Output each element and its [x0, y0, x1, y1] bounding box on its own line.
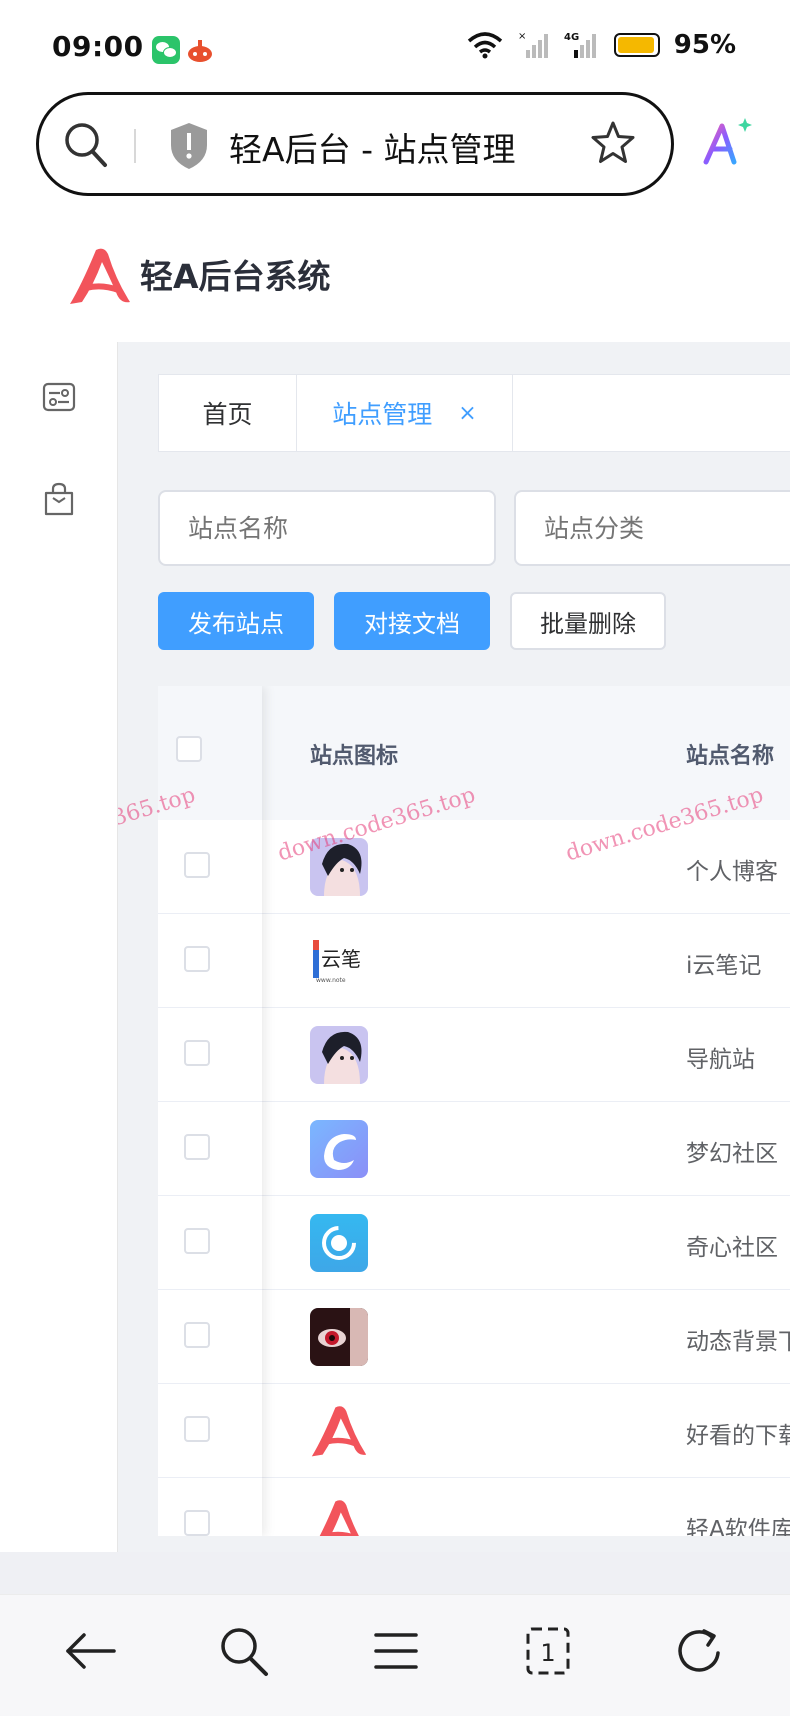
svg-text:1: 1 [540, 1639, 555, 1667]
site-category-select[interactable] [514, 490, 790, 566]
battery-icon [613, 33, 660, 57]
tab-home-label: 首页 [202, 400, 253, 429]
sidebar [0, 342, 118, 1552]
network-label: 4G [564, 32, 579, 43]
status-time: 09:00 [52, 30, 144, 63]
battery-level [617, 37, 654, 53]
browser-bottom-nav: 1 [0, 1594, 790, 1716]
ai-assistant-icon[interactable] [700, 116, 754, 170]
batch-delete-button[interactable]: 批量删除 [510, 592, 666, 650]
cloud-notes-icon: 云笔 www.note [310, 932, 368, 990]
app-header: 轻A后台系统 [0, 206, 790, 342]
search-icon[interactable] [63, 121, 109, 169]
page-title[interactable]: 轻A后台 - 站点管理 [229, 123, 515, 171]
tab-site-management[interactable]: 站点管理 × [297, 375, 513, 451]
qinga-logo-icon [310, 1402, 368, 1460]
anime-avatar-icon [310, 838, 368, 896]
address-bar[interactable]: 轻A后台 - 站点管理 [36, 92, 674, 196]
signal-2-icon: 4G [564, 32, 596, 58]
site-name: 导航站 [686, 1047, 755, 1073]
red-eye-icon [310, 1308, 368, 1366]
anime-avatar-icon [310, 1026, 368, 1084]
site-name: 轻A软件库 [686, 1517, 790, 1536]
signal-1-icon: × [518, 31, 548, 58]
site-name: 个人博客 [686, 859, 778, 885]
site-name: 动态背景下 [686, 1329, 790, 1355]
site-name: 奇心社区 [686, 1235, 778, 1261]
svg-text:www.note: www.note [316, 977, 346, 984]
tab-home[interactable]: 首页 [159, 375, 297, 451]
publish-site-button[interactable]: 发布站点 [158, 592, 314, 650]
refresh-icon[interactable] [672, 1623, 728, 1679]
wechat-notification-icon [152, 36, 180, 64]
menu-icon[interactable] [368, 1623, 424, 1679]
column-site-name: 站点名称 [686, 744, 775, 769]
shield-warning-icon[interactable] [167, 121, 211, 171]
svg-text:×: × [518, 31, 526, 42]
battery-percent: 95% [673, 30, 736, 60]
page-bottom-band [0, 1552, 790, 1594]
svg-text:云笔: 云笔 [321, 947, 361, 971]
dream-community-icon [310, 1120, 368, 1178]
qixin-community-icon [310, 1214, 368, 1272]
site-name: 梦幻社区 [686, 1141, 778, 1167]
fixed-column-shadow [158, 686, 262, 1536]
status-indicators: × 4G 95% [466, 30, 736, 60]
sites-table: 站点图标 站点名称 个人博客 云笔 www.note i云笔记 导航站 梦幻社区… [158, 686, 790, 1536]
site-name-input[interactable] [158, 490, 496, 566]
app-notification-icon [186, 36, 214, 64]
tab-site-management-label: 站点管理 [332, 400, 433, 429]
address-divider [134, 129, 136, 163]
qinga-logo-icon [70, 248, 130, 304]
column-site-icon: 站点图标 [310, 744, 399, 769]
main-content: 首页 站点管理 × 发布站点 对接文档 批量删除 站点图标 站点名称 个人博客 … [118, 342, 790, 1552]
back-arrow-icon[interactable] [62, 1623, 118, 1679]
settings-panel-icon[interactable] [42, 380, 76, 414]
qinga-logo-icon [310, 1496, 368, 1536]
tab-bar: 首页 站点管理 × [158, 374, 790, 452]
tabs-count-icon[interactable]: 1 [520, 1623, 576, 1679]
site-name: i云笔记 [686, 953, 762, 979]
close-icon[interactable]: × [458, 401, 476, 426]
shopping-bag-icon[interactable] [42, 482, 76, 516]
star-bookmark-icon[interactable] [589, 119, 637, 167]
status-bar: 09:00 × 4G 95% [0, 0, 790, 100]
wifi-icon [467, 32, 502, 59]
site-name: 好看的下载 [686, 1423, 790, 1449]
integration-docs-button[interactable]: 对接文档 [334, 592, 490, 650]
app-title: 轻A后台系统 [140, 257, 331, 296]
search-icon[interactable] [216, 1623, 272, 1679]
